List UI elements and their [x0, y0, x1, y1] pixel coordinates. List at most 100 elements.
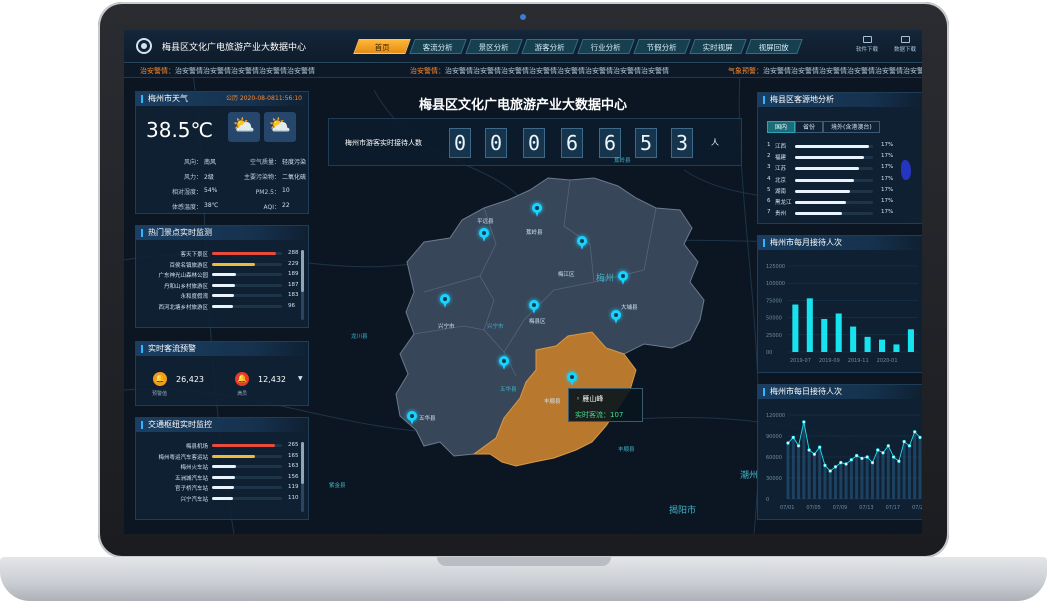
city-label-jieyang: 揭阳市	[669, 506, 697, 516]
rank-number: 6	[767, 198, 771, 204]
hot-spots-scrollbar[interactable]	[301, 250, 304, 320]
tab-label: 景区分析	[478, 43, 509, 52]
ranked-row[interactable]: 客天下景区 288	[144, 248, 309, 259]
bar	[806, 298, 813, 352]
transport-panel: 交通枢纽实时监控 梅县机场 265 梅州粤运汽车客运站 165 梅州火车站 163 五洲城汽…	[135, 417, 309, 520]
location-pin-icon[interactable]	[529, 300, 539, 314]
tab-video-playback[interactable]: 视屏回放	[745, 39, 803, 54]
counter-digit: 6	[561, 128, 583, 158]
data-point	[849, 458, 854, 462]
laptop-notch	[437, 557, 611, 566]
tab-domestic[interactable]: 国内	[767, 121, 796, 133]
tab-industry-analysis[interactable]: 行业分析	[577, 39, 635, 54]
location-pin-icon[interactable]	[479, 228, 489, 242]
origin-row[interactable]: 6 黑龙江 17%	[767, 197, 893, 207]
origin-row[interactable]: 5 湖南 17%	[767, 186, 893, 196]
ranked-row[interactable]: 百侯名镇旅游区 229	[144, 259, 309, 270]
location-pin-icon[interactable]	[532, 203, 542, 217]
city-label-meizhou: 梅州	[596, 274, 615, 284]
tab-visitor-analysis[interactable]: 游客分析	[521, 39, 579, 54]
row-bar	[212, 475, 236, 479]
ranked-row[interactable]: 官子桥汽车站 119	[144, 482, 309, 493]
origin-name: 江苏	[775, 166, 787, 173]
origin-row[interactable]: 1 江西 17%	[767, 141, 893, 151]
row-bar	[212, 262, 256, 266]
tab-scenic-analysis[interactable]: 景区分析	[465, 39, 523, 54]
monthly-header: 梅州市每月接待人次	[758, 236, 922, 250]
transport-scrollbar[interactable]	[301, 442, 304, 512]
data-point	[897, 459, 901, 463]
tab-home[interactable]: 首页	[353, 39, 411, 54]
tab-overseas[interactable]: 境外(含港澳台)	[823, 121, 880, 133]
place-xingning: 兴宁市	[438, 324, 455, 330]
tab-province[interactable]: 省份	[795, 121, 824, 133]
origin-value: 17%	[881, 164, 894, 171]
place-fengshun: 丰顺县	[544, 399, 561, 405]
x-tick-label: 07/09	[833, 505, 847, 511]
data-point	[839, 460, 843, 465]
ranked-row[interactable]: 西河北塘乡村旅游区 96	[144, 301, 309, 312]
bar	[893, 344, 900, 352]
row-bar	[212, 496, 233, 500]
origin-name: 贵州	[775, 211, 787, 218]
software-download-button[interactable]: 软件下载	[854, 36, 880, 53]
city-label-chaozhou: 潮州	[740, 471, 759, 481]
ranked-row[interactable]: 五洲城汽车站 156	[144, 472, 309, 483]
row-track	[212, 475, 282, 479]
ranked-row[interactable]: 兴宁汽车站 110	[144, 493, 309, 504]
tab-realtime-video[interactable]: 实时视屏	[689, 39, 747, 54]
row-value: 189	[288, 271, 299, 277]
ranked-row[interactable]: 梅州粤运汽车客运站 165	[144, 451, 309, 462]
weather-details: 风向： 南风 空气质量： 轻度污染 风力： 2级 主要污染物： 二氧化硫 相对湿度： 54% P…	[138, 157, 308, 211]
x-tick-label: 07/01	[780, 505, 794, 511]
ranked-row[interactable]: 丹和山乡村旅游区 187	[144, 280, 309, 291]
tooltip-name-row: ◦ 雁山峰	[576, 394, 603, 404]
bar	[792, 304, 799, 352]
origin-row[interactable]: 7 贵州 17%	[767, 208, 893, 218]
tab-passenger-flow[interactable]: 客流分析	[409, 39, 467, 54]
counter-unit: 人	[711, 138, 719, 147]
caret-down-icon[interactable]: ▼	[298, 375, 303, 382]
data-download-button[interactable]: 数据下载	[892, 36, 918, 53]
tab-holiday-analysis[interactable]: 节假分析	[633, 39, 691, 54]
x-tick-label: 2019-07	[790, 358, 811, 364]
row-track	[212, 273, 282, 276]
hot-spots-header: 热门景点实时监测	[136, 226, 308, 240]
location-pin-icon[interactable]	[407, 411, 417, 425]
y-tick-label: 90000	[766, 434, 782, 440]
ranked-row[interactable]: 永和度假湾 183	[144, 290, 309, 301]
row-value: 165	[288, 452, 299, 459]
origin-row[interactable]: 2 福建 17%	[767, 152, 893, 162]
wind-force-label: 风力：	[183, 174, 202, 181]
origin-track	[795, 212, 873, 216]
data-point	[876, 448, 880, 452]
pm25-value: 10	[282, 187, 290, 194]
row-value: 110	[288, 494, 299, 501]
ranked-row[interactable]: 广东神光山森林公园 189	[144, 269, 309, 280]
location-pin-icon[interactable]	[611, 310, 621, 324]
origin-track	[795, 145, 873, 148]
temperature-value: 38.5℃	[146, 118, 213, 142]
data-point	[823, 463, 827, 468]
origin-row[interactable]: 4 北京 17%	[767, 175, 893, 185]
ranked-row[interactable]: 梅县机场 265	[144, 440, 309, 451]
location-pin-icon[interactable]	[577, 236, 587, 250]
bar	[907, 329, 914, 352]
row-value: 229	[288, 260, 299, 267]
ranked-row[interactable]: 梅州火车站 163	[144, 461, 309, 472]
location-pin-icon[interactable]	[499, 356, 509, 370]
outer-label: 蕉岭县	[614, 158, 631, 164]
location-pin-icon[interactable]	[618, 271, 628, 285]
bar	[821, 318, 828, 352]
origin-track	[795, 156, 873, 160]
row-track	[212, 262, 282, 266]
origin-row[interactable]: 3 江苏 17%	[767, 163, 893, 173]
location-pin-icon[interactable]	[567, 372, 577, 386]
ticker-item: 气象预警：治安警情治安警情治安警情治安警情治安警情治安警情治安警情治安警情	[728, 64, 922, 77]
row-track	[212, 444, 282, 447]
rank-number: 1	[767, 142, 771, 148]
row-value: 187	[288, 281, 299, 288]
location-pin-icon[interactable]	[440, 294, 450, 308]
humidity-label: 相对湿度：	[171, 189, 202, 196]
warning-value: 26,423	[176, 375, 204, 384]
